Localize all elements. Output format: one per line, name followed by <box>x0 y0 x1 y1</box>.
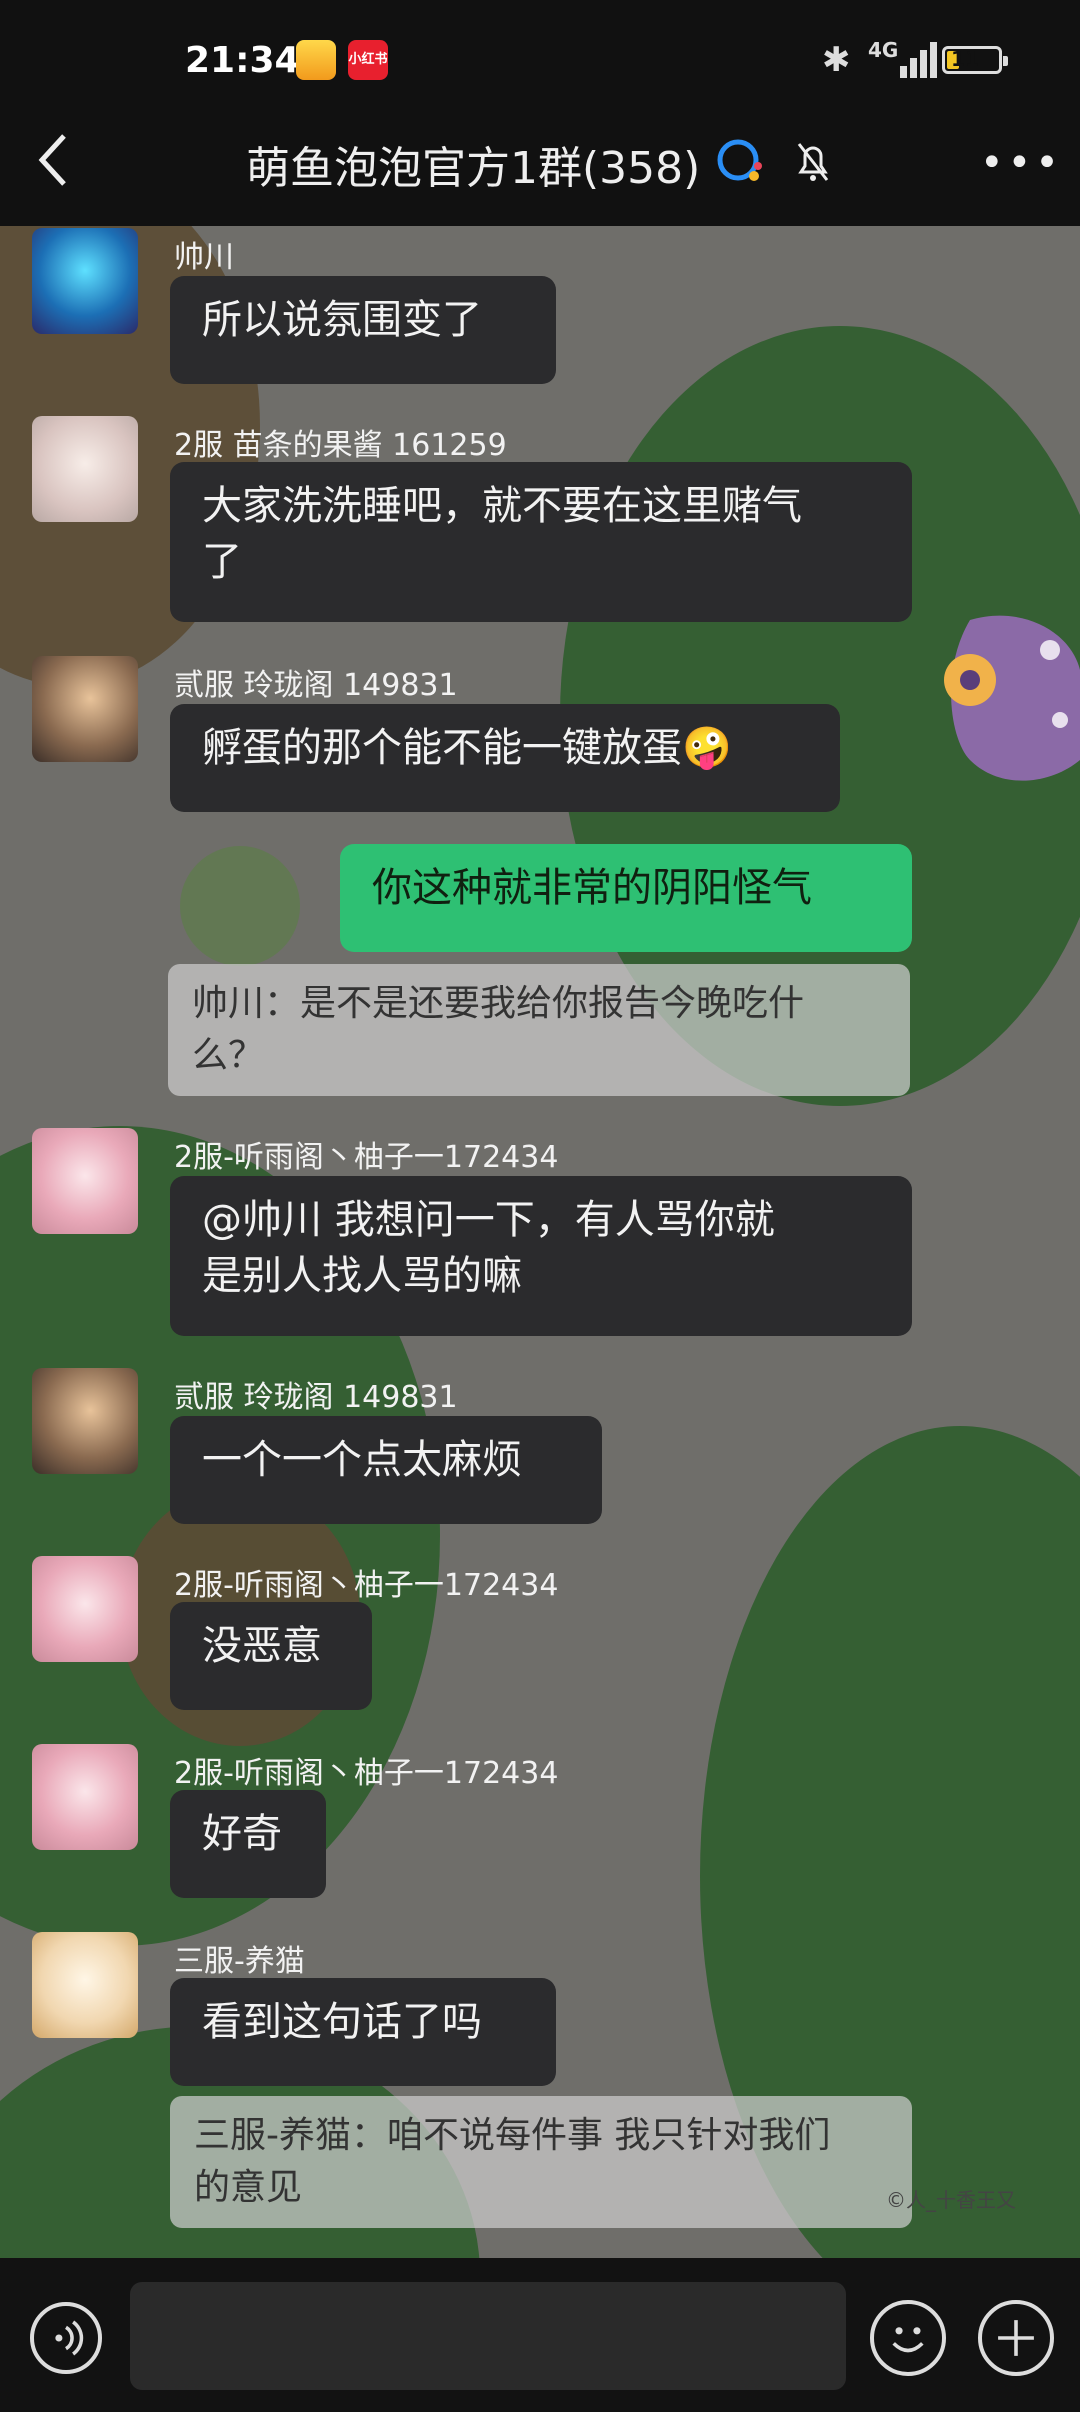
avatar[interactable] <box>32 1368 138 1474</box>
my-avatar[interactable] <box>940 610 1080 790</box>
sender-name[interactable]: 2服-听雨阁丶柚子一172434 <box>174 1560 558 1604</box>
sender-name[interactable]: 2服-听雨阁丶柚子一172434 <box>174 1132 558 1176</box>
back-arrow-icon[interactable] <box>34 130 74 190</box>
sender-name[interactable]: 2服-听雨阁丶柚子一172434 <box>174 1748 558 1792</box>
chat-title[interactable]: 萌鱼泡泡官方1群(358) <box>246 132 700 196</box>
message-text: 没恶意 <box>202 1623 322 1669</box>
message-text: 孵蛋的那个能不能一键放蛋🤪 <box>202 725 732 771</box>
message-text-line1: @帅川 我想问一下，有人骂你就 <box>202 1197 775 1243</box>
message-bubble[interactable]: @帅川 我想问一下，有人骂你就 是别人找人骂的嘛 <box>170 1176 912 1336</box>
message-bubble[interactable]: 看到这句话了吗 <box>170 1978 556 2086</box>
bell-muted-icon[interactable] <box>795 140 831 184</box>
quote-text-line2: 的意见 <box>194 2167 303 2208</box>
sender-name[interactable]: 三服-养猫 <box>174 1936 305 1980</box>
sender-name[interactable]: 帅川 <box>174 232 234 276</box>
message-text: 一个一个点太麻烦 <box>202 1437 522 1483</box>
status-bar: 21:34 小红书 ✱ 4G 11 <box>0 0 1080 126</box>
signal-icon <box>900 38 940 78</box>
sender-name[interactable]: 贰服 玲珑阁 149831 <box>174 660 458 704</box>
message-bubble[interactable]: 好奇 <box>170 1790 326 1898</box>
status-time: 21:34 <box>185 40 300 81</box>
avatar[interactable] <box>32 1744 138 1850</box>
message-input[interactable] <box>130 2282 846 2390</box>
watermark: ©人_十香王又 <box>886 2188 1016 2212</box>
avatar[interactable] <box>32 228 138 334</box>
avatar[interactable] <box>32 1128 138 1234</box>
more-icon[interactable]: ••• <box>980 140 1059 186</box>
message-bubble[interactable]: 大家洗洗睡吧，就不要在这里赌气 了 <box>170 462 912 622</box>
avatar[interactable] <box>32 656 138 762</box>
quoted-message[interactable]: 三服-养猫：咱不说每件事 我只针对我们 的意见 <box>170 2096 912 2228</box>
quoted-message[interactable]: 帅川：是不是还要我给你报告今晚吃什 么？ <box>168 964 910 1096</box>
battery-level: 11 <box>951 47 979 71</box>
message-text-line2: 是别人找人骂的嘛 <box>202 1253 522 1299</box>
quote-text-line1: 三服-养猫：咱不说每件事 我只针对我们 <box>194 2115 831 2156</box>
sender-name[interactable]: 2服 苗条的果酱 161259 <box>174 420 507 464</box>
avatar[interactable] <box>32 1556 138 1662</box>
message-text-line2: 了 <box>202 539 242 585</box>
network-type: 4G <box>868 38 899 62</box>
message-bubble[interactable]: 一个一个点太麻烦 <box>170 1416 602 1524</box>
xiaohongshu-notification-icon: 小红书 <box>348 40 388 80</box>
my-message-bubble[interactable]: 你这种就非常的阴阳怪气 <box>340 844 912 952</box>
app-notification-icon <box>296 40 336 80</box>
message-text: 好奇 <box>202 1811 282 1857</box>
battery-icon: 11 <box>942 46 1008 74</box>
emoji-icon[interactable] <box>870 2300 946 2376</box>
qq-icon[interactable] <box>712 136 768 186</box>
avatar[interactable] <box>32 1932 138 2038</box>
voice-icon[interactable] <box>30 2302 102 2374</box>
message-bubble[interactable]: 孵蛋的那个能不能一键放蛋🤪 <box>170 704 840 812</box>
message-bubble[interactable]: 所以说氛围变了 <box>170 276 556 384</box>
message-text: 所以说氛围变了 <box>202 297 482 343</box>
quote-text-line1: 帅川：是不是还要我给你报告今晚吃什 <box>192 983 805 1024</box>
message-text-line1: 大家洗洗睡吧，就不要在这里赌气 <box>202 483 802 529</box>
bluetooth-icon: ✱ <box>822 40 851 80</box>
message-bubble[interactable]: 没恶意 <box>170 1602 372 1710</box>
chat-area[interactable]: 帅川 所以说氛围变了 2服 苗条的果酱 161259 大家洗洗睡吧，就不要在这里… <box>0 226 1080 2258</box>
quote-text-line2: 么？ <box>192 1035 265 1076</box>
plus-icon[interactable] <box>978 2300 1054 2376</box>
avatar[interactable] <box>32 416 138 522</box>
message-text: 你这种就非常的阴阳怪气 <box>372 865 812 911</box>
message-text: 看到这句话了吗 <box>202 1999 482 2045</box>
sender-name[interactable]: 贰服 玲珑阁 149831 <box>174 1372 458 1416</box>
